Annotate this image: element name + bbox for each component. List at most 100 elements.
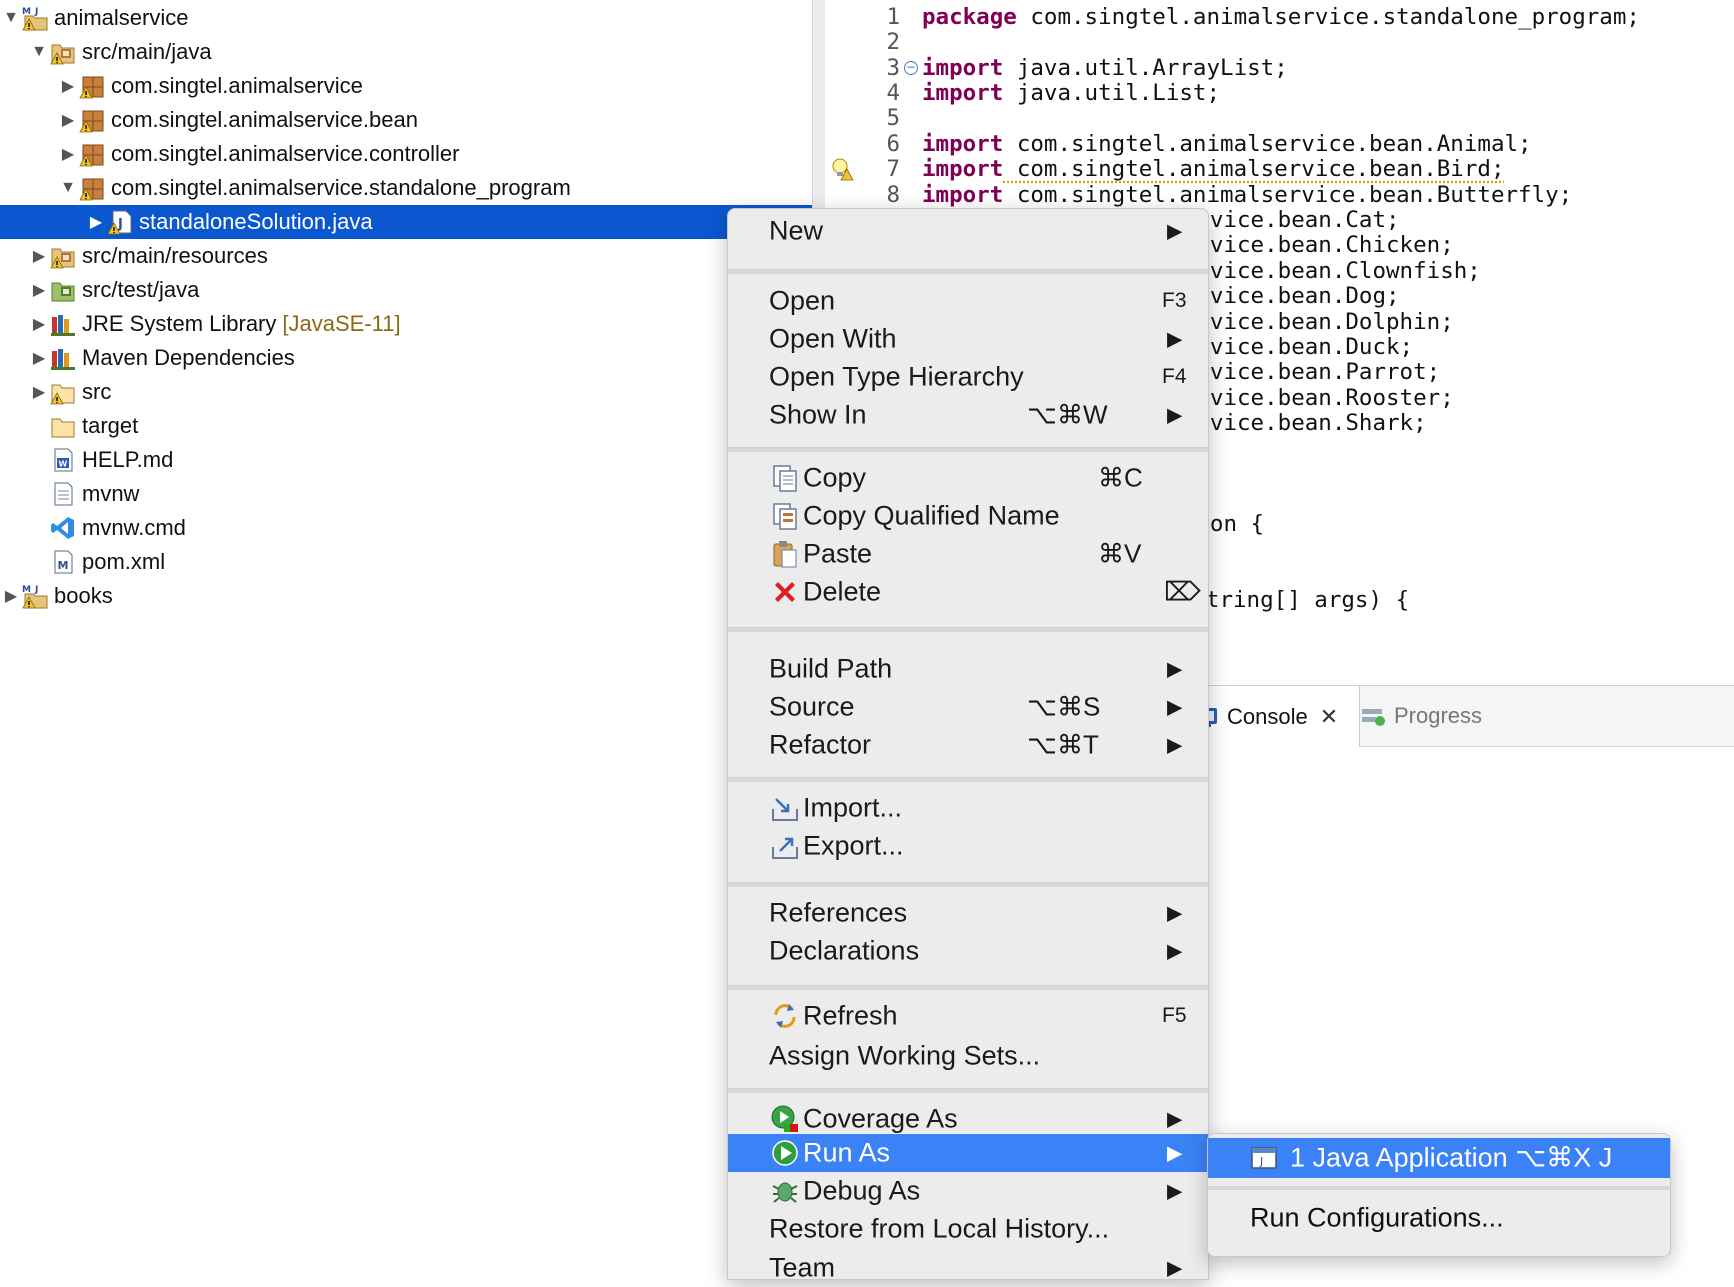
menu-item-export[interactable]: Export... <box>728 827 1208 865</box>
menu-item-build-path[interactable]: Build Path ▶ <box>728 650 1208 688</box>
tree-item[interactable]: ▶ com.singtel.animalservice.bean <box>0 103 871 137</box>
menu-item-team[interactable]: Team ▶ <box>728 1249 1208 1287</box>
code-line[interactable]: 6 import com.singtel.animalservice.bean.A… <box>825 131 1734 159</box>
menu-item-open-type-hierarchy[interactable]: Open Type Hierarchy F4 <box>728 358 1208 396</box>
submenu-item-java-application[interactable]: J 1 Java Application ⌥⌘X J <box>1208 1138 1670 1178</box>
menu-item-open[interactable]: Open F3 <box>728 282 1208 320</box>
menu-item-import[interactable]: Import... <box>728 789 1208 827</box>
menu-item-show-in[interactable]: Show In ⌥⌘W ▶ <box>728 396 1208 434</box>
tree-item[interactable]: Mpom.xml <box>0 545 842 579</box>
code-text: import java.util.ArrayList; <box>922 55 1288 81</box>
tree-item[interactable]: ▼ src/main/java <box>0 35 842 69</box>
tree-item[interactable]: ▼ M Janimalservice <box>0 1 814 35</box>
menu-item-source[interactable]: Source ⌥⌘S ▶ <box>728 688 1208 726</box>
expand-arrow-icon[interactable]: ▶ <box>59 144 77 164</box>
expand-arrow-icon[interactable]: ▶ <box>87 212 105 232</box>
tree-item[interactable]: ▶ com.singtel.animalservice <box>0 69 871 103</box>
submenu-item-java-application-label: 1 Java Application ⌥⌘X J <box>1290 1142 1613 1173</box>
expand-arrow-icon[interactable]: ▶ <box>30 382 48 402</box>
menu-separator <box>1208 1186 1670 1190</box>
menu-item-restore-local-history[interactable]: Restore from Local History... <box>728 1210 1208 1248</box>
tree-item-decoration: [JavaSE-11] <box>282 311 401 336</box>
tree-item[interactable]: ▶ src/test/java <box>0 273 842 307</box>
menu-item-new[interactable]: New ▶ <box>728 212 1208 250</box>
menu-item-run-as[interactable]: Run As ▶ <box>728 1134 1208 1172</box>
shortcut-label: ⌘C <box>1098 462 1143 493</box>
collapse-arrow-icon[interactable]: ▼ <box>2 9 20 27</box>
tree-item[interactable]: ▼ com.singtel.animalservice.standalone_pr… <box>0 171 871 205</box>
code-line[interactable]: 4 import java.util.List; <box>825 80 1734 108</box>
menu-item-open-with[interactable]: Open With ▶ <box>728 320 1208 358</box>
expand-arrow-icon[interactable]: ▶ <box>30 314 48 334</box>
markdown-file-icon: W <box>48 447 78 473</box>
tree-item[interactable]: W HELP.md <box>0 443 842 477</box>
tree-item[interactable]: ▶ com.singtel.animalservice.controller <box>0 137 871 171</box>
code-text: package com.singtel.animalservice.standa… <box>922 4 1640 30</box>
export-icon <box>772 837 798 859</box>
code-line[interactable]: 1 package com.singtel.animalservice.stand… <box>825 4 1734 32</box>
expand-arrow-icon[interactable]: ▶ <box>30 348 48 368</box>
tree-item[interactable]: ▶ src/main/resources <box>0 239 842 273</box>
svg-text:M: M <box>58 559 69 572</box>
menu-item-copy[interactable]: Copy ⌘C <box>728 459 1208 497</box>
submenu-arrow-icon: ▶ <box>1167 220 1183 243</box>
shortcut-label: F3 <box>1162 289 1187 312</box>
menu-item-copy-qualified-name[interactable]: Copy Qualified Name <box>728 497 1208 535</box>
menu-item-open-with-label: Open With <box>769 323 897 354</box>
collapse-arrow-icon[interactable]: ▼ <box>30 43 48 61</box>
shortcut-label: ⌦ <box>1164 576 1201 607</box>
menu-item-assign-working-sets[interactable]: Assign Working Sets... <box>728 1037 1208 1075</box>
code-rest: com.singtel.animalservice.bean.Animal; <box>1003 131 1532 157</box>
menu-item-refactor[interactable]: Refactor ⌥⌘T ▶ <box>728 726 1208 764</box>
source-folder-icon <box>48 243 78 269</box>
menu-item-debug-as[interactable]: Debug As ▶ <box>728 1172 1208 1210</box>
coverage-icon <box>771 1105 798 1132</box>
tab-console-label: Console <box>1227 703 1308 729</box>
menu-item-references-label: References <box>769 897 908 928</box>
menu-item-export-label: Export... <box>803 830 904 861</box>
expand-arrow-icon[interactable]: ▶ <box>2 586 20 606</box>
menu-item-declarations[interactable]: Declarations ▶ <box>728 932 1208 970</box>
submenu-arrow-icon: ▶ <box>1167 1180 1183 1203</box>
code-rest: java.util.ArrayList; <box>1003 55 1288 81</box>
menu-item-import-label: Import... <box>803 792 903 823</box>
menu-item-references[interactable]: References ▶ <box>728 894 1208 932</box>
expand-arrow-icon[interactable]: ▶ <box>59 110 77 130</box>
svg-text:J: J <box>1259 1155 1263 1168</box>
tree-item[interactable]: ▶ Maven Dependencies <box>0 341 842 375</box>
menu-item-coverage-as[interactable]: Coverage As ▶ <box>728 1100 1208 1138</box>
run-as-submenu: J 1 Java Application ⌥⌘X J Run Configura… <box>1207 1133 1671 1257</box>
menu-item-paste[interactable]: Paste ⌘V <box>728 535 1208 573</box>
submenu-item-run-configurations[interactable]: Run Configurations... <box>1208 1198 1670 1238</box>
menu-item-show-in-label: Show In <box>769 399 867 430</box>
code-line[interactable]: 5 <box>825 105 1734 133</box>
keyword: package <box>922 4 1017 30</box>
code-line[interactable]: 7 import com.singtel.animalservice.bean.B… <box>825 156 1734 184</box>
code-line[interactable]: 8 import com.singtel.animalservice.bean.B… <box>825 182 1734 210</box>
quick-fix-warning-icon[interactable] <box>829 156 855 182</box>
menu-item-delete[interactable]: Delete ⌦ <box>728 573 1208 611</box>
vscode-file-icon <box>48 515 78 541</box>
tree-item[interactable]: ▶ JRE System Library [JavaSE-11] <box>0 307 842 341</box>
tab-progress[interactable]: Progress <box>1360 686 1530 746</box>
code-text: import java.util.List; <box>922 80 1220 106</box>
expand-arrow-icon[interactable]: ▶ <box>30 246 48 266</box>
menu-item-copy-label: Copy <box>803 462 867 493</box>
tree-item[interactable]: ▶ src <box>0 375 842 409</box>
code-line[interactable]: 2 <box>825 29 1734 57</box>
menu-item-refactor-label: Refactor <box>769 729 872 760</box>
code-line[interactable]: 3 import java.util.ArrayList; − <box>825 55 1734 83</box>
tree-item[interactable]: mvnw.cmd <box>0 511 842 545</box>
tree-item[interactable]: ▶ M Jbooks <box>0 579 814 613</box>
close-icon[interactable]: ✕ <box>1320 704 1338 730</box>
tree-item-label: mvnw.cmd <box>82 515 186 540</box>
menu-separator <box>728 447 1208 452</box>
tree-item-label: standaloneSolution.java <box>139 209 373 234</box>
fold-collapse-icon[interactable]: − <box>904 61 918 75</box>
collapse-arrow-icon[interactable]: ▼ <box>59 179 77 197</box>
tree-item[interactable]: target <box>0 409 842 443</box>
menu-item-refresh[interactable]: Refresh F5 <box>728 997 1208 1035</box>
expand-arrow-icon[interactable]: ▶ <box>59 76 77 96</box>
expand-arrow-icon[interactable]: ▶ <box>30 280 48 300</box>
tree-item[interactable]: mvnw <box>0 477 842 511</box>
